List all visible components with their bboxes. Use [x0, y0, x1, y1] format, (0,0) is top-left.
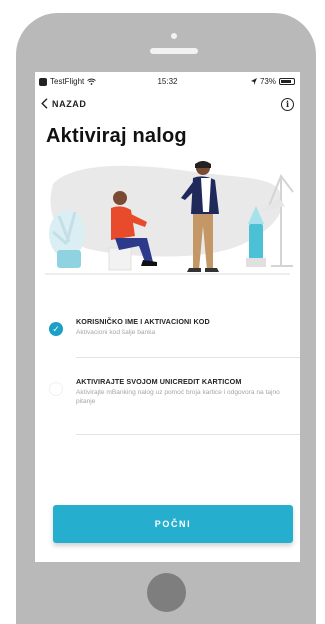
divider: [76, 357, 300, 358]
page-title: Aktiviraj nalog: [46, 125, 187, 147]
people-illustration: [45, 161, 294, 275]
nav-bar: NAZAD i: [41, 98, 294, 114]
option-title: KORISNIČKO IME I AKTIVACIONI KOD: [76, 317, 210, 326]
option-title: AKTIVIRAJTE SVOJOM UNICREDIT KARTICOM: [76, 377, 242, 386]
speaker-grille: [150, 48, 198, 54]
back-label: NAZAD: [52, 98, 87, 109]
home-button[interactable]: [147, 573, 186, 612]
divider: [76, 434, 300, 435]
battery-icon: [279, 78, 295, 85]
radio-empty-icon: [49, 382, 63, 396]
option-subtitle: Aktivacioni kod šalje banka: [76, 329, 156, 336]
start-button[interactable]: POČNI: [53, 505, 293, 543]
back-button[interactable]: NAZAD: [41, 98, 87, 109]
status-bar: TestFlight 15:32 73%: [35, 72, 300, 90]
check-icon: ✓: [49, 322, 63, 336]
option-subtitle: Aktivirajte mBanking nalog uz pomoć broj…: [76, 389, 280, 405]
status-right: 73%: [250, 77, 295, 86]
battery-percent: 73%: [259, 77, 276, 86]
location-icon: [250, 78, 257, 85]
info-icon[interactable]: i: [281, 98, 294, 111]
chevron-left-icon: [41, 98, 48, 109]
camera-dot: [171, 33, 177, 39]
app-screen: TestFlight 15:32 73% NAZAD i Aktiviraj n…: [35, 72, 300, 562]
